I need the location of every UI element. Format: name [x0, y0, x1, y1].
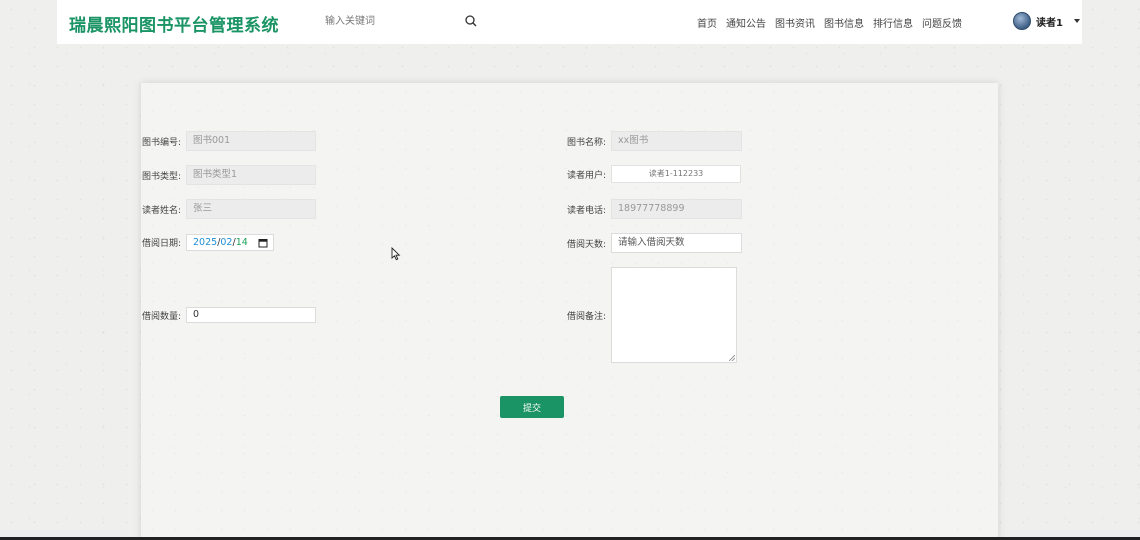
top-header: 瑞晨熙阳图书平台管理系统 首页 通知公告 图书资讯 图书信息 排行信息 问题反馈…	[57, 0, 1082, 44]
nav-feedback[interactable]: 问题反馈	[922, 15, 962, 30]
cursor-icon	[391, 247, 401, 261]
nav-ranking[interactable]: 排行信息	[873, 15, 913, 30]
field-borrow-qty: 借阅数量: 0	[136, 307, 316, 323]
borrow-date-label: 借阅日期:	[141, 239, 181, 249]
reader-phone-input: 18977778899	[611, 199, 742, 219]
field-remark: 借阅备注:	[561, 267, 737, 363]
borrow-qty-input[interactable]: 0	[186, 307, 316, 323]
nav-home[interactable]: 首页	[697, 15, 717, 30]
nav-book-info[interactable]: 图书信息	[824, 15, 864, 30]
caret-down-icon[interactable]	[1073, 19, 1080, 23]
book-no-input: 图书001	[186, 131, 316, 151]
borrow-form-card: 图书编号: 图书001 图书类型: 图书类型1 读者姓名: 张三 借阅日期: 2…	[141, 83, 998, 540]
borrow-date-input[interactable]: 2025 / 02 / 14	[186, 234, 274, 251]
remark-label: 借阅备注:	[566, 311, 606, 322]
field-borrow-date: 借阅日期: 2025 / 02 / 14	[136, 234, 274, 251]
book-name-label: 图书名称:	[566, 137, 606, 148]
nav-notices[interactable]: 通知公告	[726, 15, 766, 30]
field-reader-user: 读者用户: 读者1-112233	[561, 165, 741, 183]
search-input[interactable]	[315, 7, 485, 35]
date-day[interactable]: 14	[236, 237, 248, 248]
borrow-days-input[interactable]: 请输入借阅天数	[611, 233, 742, 253]
field-book-name: 图书名称: xx图书	[561, 131, 742, 151]
resize-grip[interactable]	[729, 355, 735, 361]
search-icon[interactable]	[464, 14, 478, 28]
borrow-qty-label: 借阅数量:	[141, 311, 181, 322]
borrow-days-label: 借阅天数:	[566, 239, 606, 250]
nav-book-news[interactable]: 图书资讯	[775, 15, 815, 30]
calendar-icon[interactable]	[258, 238, 268, 248]
book-type-input: 图书类型1	[186, 165, 316, 185]
reader-name-label: 读者姓名:	[141, 205, 181, 216]
site-title: 瑞晨熙阳图书平台管理系统	[69, 16, 279, 36]
field-reader-phone: 读者电话: 18977778899	[561, 199, 742, 219]
reader-user-label: 读者用户:	[566, 170, 606, 181]
reader-user-select[interactable]: 读者1-112233	[611, 165, 741, 183]
field-borrow-days: 借阅天数: 请输入借阅天数	[561, 233, 742, 253]
date-month[interactable]: 02	[220, 237, 232, 248]
book-type-label: 图书类型:	[141, 171, 181, 182]
user-menu[interactable]: 读者1	[1013, 12, 1080, 30]
remark-textarea[interactable]	[611, 267, 737, 363]
reader-name-input: 张三	[186, 199, 316, 219]
user-name[interactable]: 读者1	[1036, 14, 1063, 29]
date-year[interactable]: 2025	[193, 237, 217, 248]
book-no-label: 图书编号:	[141, 137, 181, 148]
avatar[interactable]	[1013, 12, 1031, 30]
field-book-no: 图书编号: 图书001	[136, 131, 316, 151]
submit-button[interactable]: 提交	[500, 396, 564, 418]
field-reader-name: 读者姓名: 张三	[136, 199, 316, 219]
reader-phone-label: 读者电话:	[566, 205, 606, 216]
book-name-input: xx图书	[611, 131, 742, 151]
main-nav: 首页 通知公告 图书资讯 图书信息 排行信息 问题反馈	[697, 15, 962, 30]
field-book-type: 图书类型: 图书类型1	[136, 165, 316, 185]
